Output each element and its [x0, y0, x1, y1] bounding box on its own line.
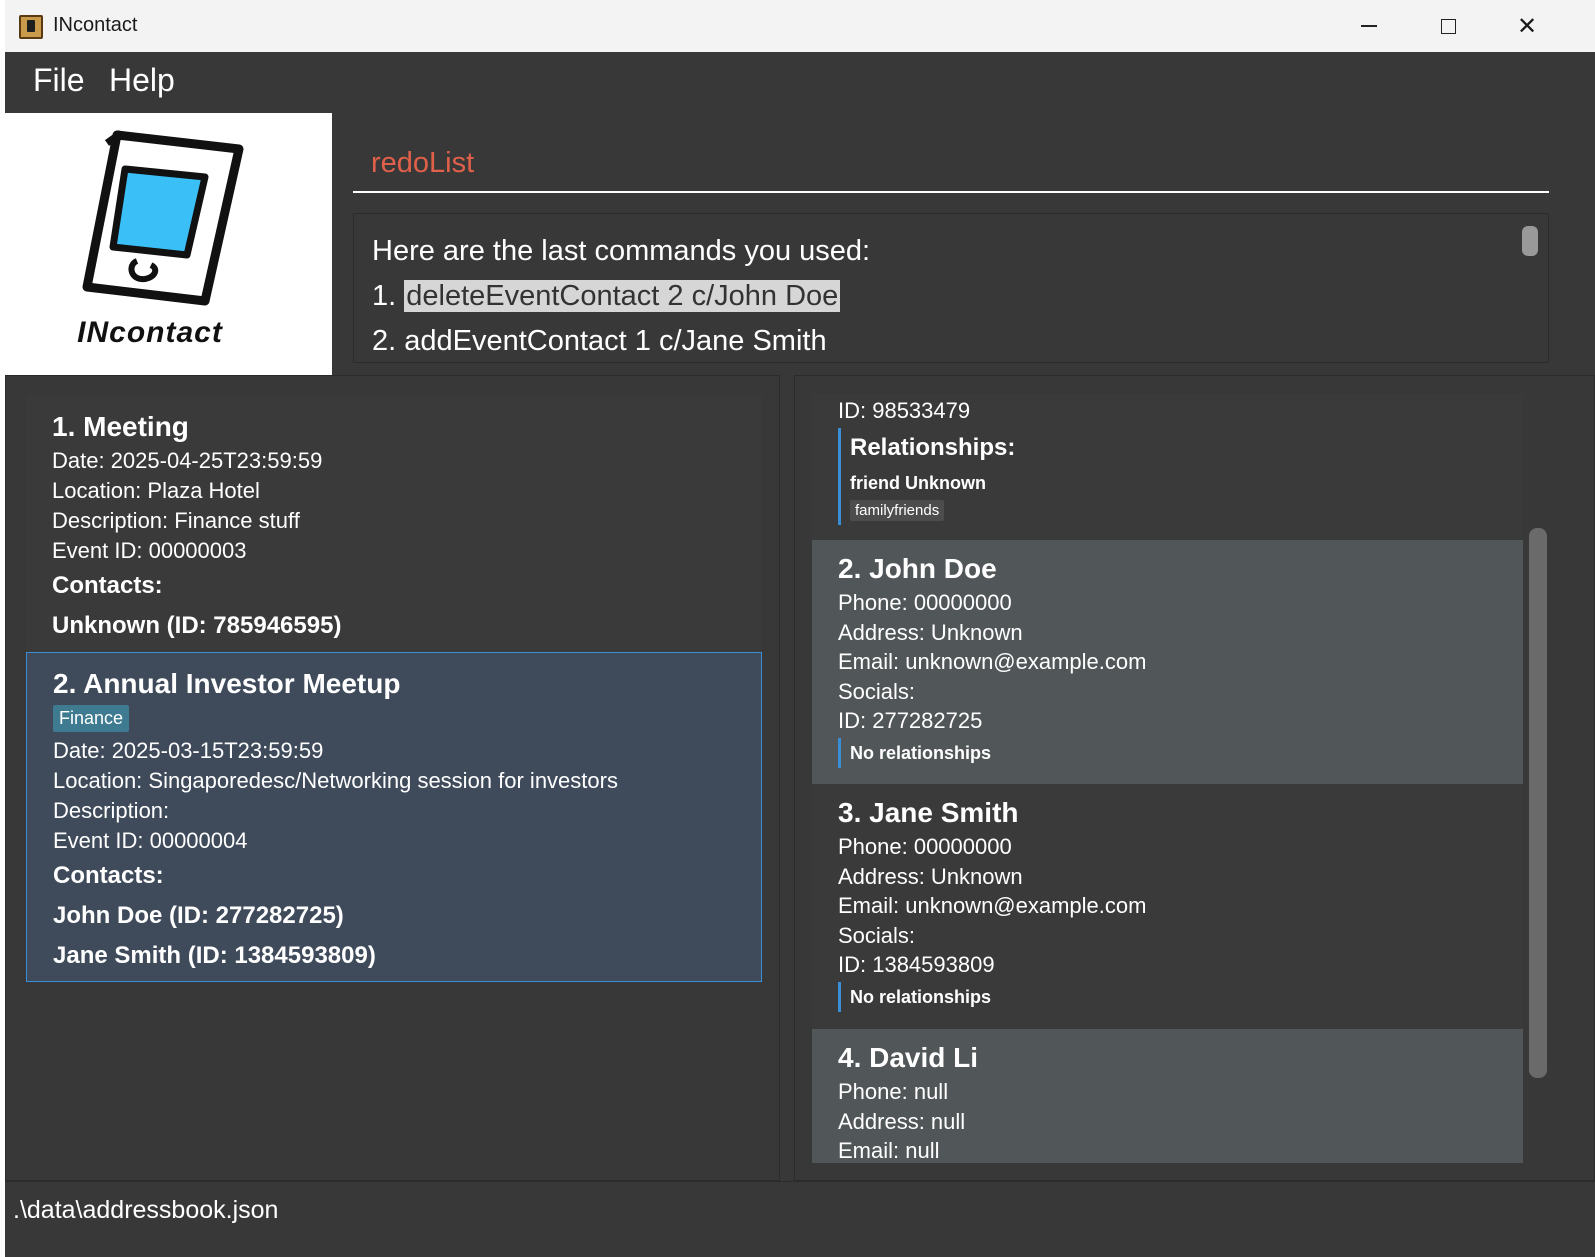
result-line-1-command: deleteEventContact 2 c/John Doe [404, 280, 841, 312]
result-line-header: Here are the last commands you used: [372, 235, 871, 267]
event-card-2[interactable]: 2. Annual Investor Meetup Finance Date: … [26, 652, 762, 982]
person-address: Address: Unknown [838, 619, 1023, 645]
event-contact: Jane Smith (ID: 1384593809) [53, 942, 376, 969]
app-window: INcontact ✕ File Help INcontact Here are… [5, 0, 1595, 1257]
person-email: Email: unknown@example.com [838, 893, 1147, 918]
maximize-button[interactable] [1409, 0, 1487, 52]
person-phone: Phone: 00000000 [838, 834, 1012, 859]
event-id: Event ID: 00000004 [53, 828, 248, 853]
title-bar: INcontact ✕ [5, 0, 1595, 52]
person-address: Address: null [838, 1108, 966, 1134]
person-socials: Socials: [838, 678, 916, 704]
event-tag: Finance [53, 705, 130, 732]
menu-file[interactable]: File [33, 62, 85, 99]
person-id: ID: 98533479 [838, 398, 971, 423]
person-address: Address: Unknown [838, 863, 1023, 889]
person-card-1[interactable]: ID: 98533479 Relationships: friend Unkno… [812, 394, 1523, 540]
event-list-panel[interactable]: 1. Meeting Date: 2025-04-25T23:59:59 Loc… [5, 375, 780, 1181]
command-input[interactable] [353, 135, 1549, 193]
event-location: Location: Plaza Hotel [52, 478, 260, 503]
menu-help[interactable]: Help [109, 62, 175, 99]
result-line-1-number: 1. [372, 280, 405, 312]
window-title: INcontact [53, 14, 138, 36]
event-contacts-label: Contacts: [53, 862, 164, 889]
person-card-2[interactable]: 2. John Doe Phone: 00000000 Address: Unk… [812, 540, 1523, 784]
event-date: Date: 2025-04-25T23:59:59 [52, 448, 323, 473]
person-phone: Phone: 00000000 [838, 590, 1012, 615]
person-list-scrollbar[interactable] [1529, 528, 1547, 1078]
relationships-status: No relationships [850, 986, 992, 1007]
command-area: Here are the last commands you used: 1. … [332, 113, 1595, 375]
event-id: Event ID: 00000003 [52, 538, 247, 563]
minimize-button[interactable] [1330, 0, 1408, 52]
event-card-1[interactable]: 1. Meeting Date: 2025-04-25T23:59:59 Loc… [26, 396, 762, 652]
logo-panel: INcontact [5, 113, 332, 375]
event-title: 2. Annual Investor Meetup [53, 668, 401, 699]
result-line-2: 2. addEventContact 1 c/Jane Smith [372, 325, 827, 357]
minimize-icon [1361, 25, 1377, 27]
person-email: Email: unknown@example.com [838, 649, 1147, 674]
relationships-block: No relationships [838, 737, 1523, 768]
relationship-entry: friend Unknown [850, 472, 986, 493]
result-line-1: 1. deleteEventContact 2 c/John Doe [372, 274, 1548, 319]
phone-logo-icon [82, 130, 244, 306]
person-name: 2. John Doe [838, 553, 997, 584]
menu-bar: File Help [5, 52, 1595, 113]
person-list-panel[interactable]: ID: 98533479 Relationships: friend Unkno… [794, 375, 1595, 1181]
person-card-4[interactable]: 4. David Li Phone: null Address: null Em… [812, 1029, 1523, 1163]
person-name: 4. David Li [838, 1042, 979, 1073]
event-contacts-label: Contacts: [52, 572, 163, 599]
event-title: 1. Meeting [52, 411, 189, 442]
close-icon: ✕ [1516, 12, 1538, 40]
result-display[interactable]: Here are the last commands you used: 1. … [353, 213, 1549, 363]
logo-text: INcontact [77, 316, 223, 349]
person-phone: Phone: null [838, 1079, 949, 1104]
event-date: Date: 2025-03-15T23:59:59 [53, 738, 324, 763]
result-scrollbar[interactable] [1522, 226, 1538, 256]
relationships-block: Relationships: friend Unknown familyfrie… [838, 427, 1523, 525]
app-icon [19, 15, 43, 39]
person-email: Email: null [838, 1138, 940, 1163]
relationships-status: No relationships [850, 742, 992, 763]
person-card-3[interactable]: 3. Jane Smith Phone: 00000000 Address: U… [812, 784, 1523, 1029]
event-contact: John Doe (ID: 277282725) [53, 902, 344, 929]
save-location: .\data\addressbook.json [13, 1196, 279, 1224]
person-socials: Socials: [838, 922, 916, 948]
close-button[interactable]: ✕ [1488, 0, 1566, 52]
person-name: 3. Jane Smith [838, 797, 1019, 828]
status-bar: .\data\addressbook.json [5, 1181, 1595, 1257]
maximize-icon [1440, 18, 1456, 34]
relationships-label: Relationships: [850, 433, 1016, 461]
person-id: ID: 1384593809 [838, 952, 995, 977]
event-description: Description: Finance stuff [52, 508, 300, 533]
event-contact: Unknown (ID: 785946595) [52, 612, 342, 639]
relationships-block: No relationships [838, 981, 1523, 1012]
relationship-tag: familyfriends [850, 499, 945, 521]
event-location: Location: Singaporedesc/Networking sessi… [53, 768, 618, 793]
person-id: ID: 277282725 [838, 708, 983, 733]
event-description: Description: [53, 798, 170, 823]
